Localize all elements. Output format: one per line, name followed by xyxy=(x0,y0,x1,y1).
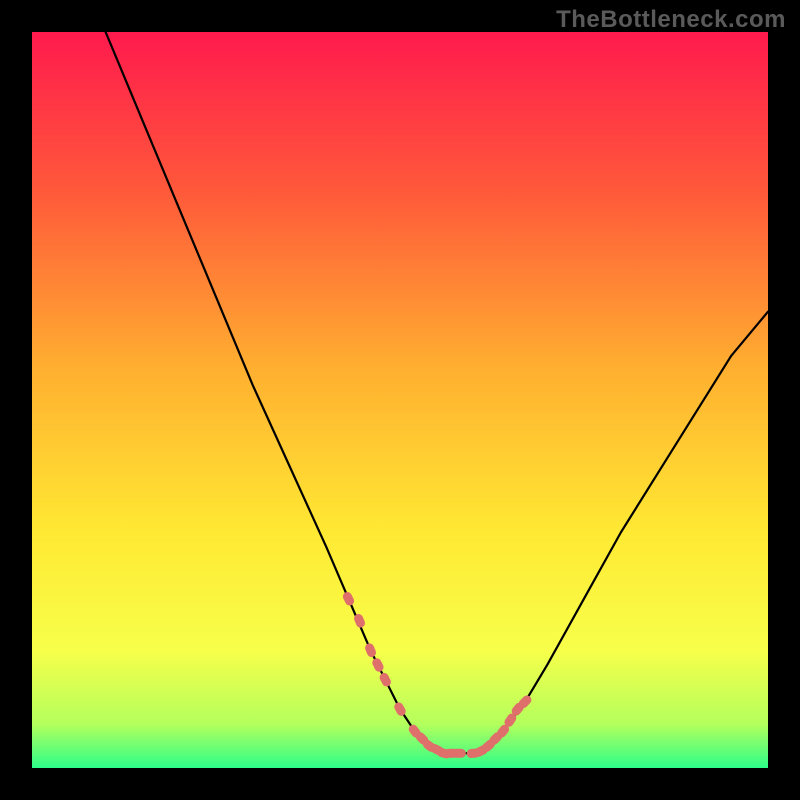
gradient-bg xyxy=(32,32,768,768)
chart-container: TheBottleneck.com xyxy=(0,0,800,800)
chart-svg xyxy=(32,32,768,768)
marker-point xyxy=(452,749,466,758)
watermark-text: TheBottleneck.com xyxy=(556,6,786,34)
plot-area xyxy=(32,32,768,768)
